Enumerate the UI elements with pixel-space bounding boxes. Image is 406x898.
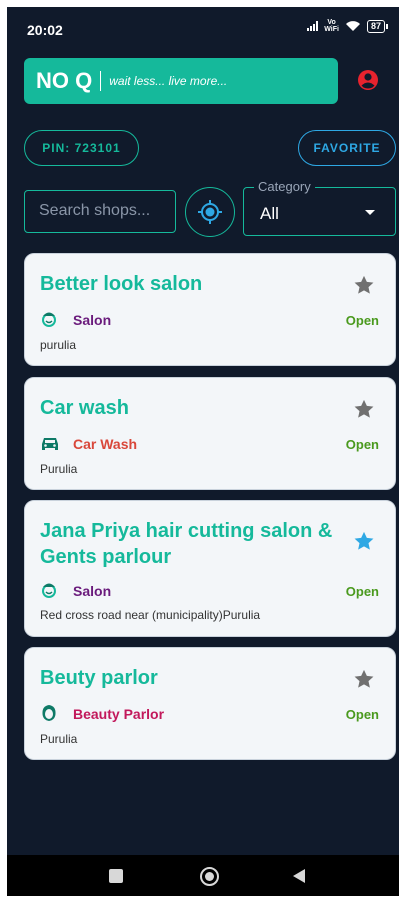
face-icon [42, 583, 56, 598]
shop-status: Open [345, 437, 379, 452]
star-icon[interactable] [353, 668, 375, 690]
shop-address: purulia [40, 338, 77, 352]
shop-status: Open [345, 707, 379, 722]
status-icons: Vo WiFi 87 [307, 19, 389, 33]
shop-address: Purulia [40, 732, 78, 746]
gps-locate-icon [198, 200, 222, 224]
signal-icon [307, 21, 319, 31]
app-header: NO Q wait less... live more... [24, 58, 338, 104]
category-label: Category [254, 179, 315, 194]
star-icon[interactable] [353, 274, 375, 296]
chevron-down-icon [365, 210, 375, 215]
shop-status: Open [345, 584, 379, 599]
title-divider [100, 71, 102, 91]
shop-address: Red cross road near (municipality)Puruli… [40, 608, 261, 622]
shop-name: Car wash [40, 397, 129, 419]
star-icon[interactable] [353, 530, 375, 552]
app-title: NO Q [36, 68, 93, 93]
app-tagline: wait less... live more... [109, 74, 228, 88]
shop-category: Salon [73, 312, 112, 328]
home-button[interactable] [200, 867, 219, 886]
battery-indicator: 87 [366, 19, 389, 33]
system-nav-bar [7, 855, 399, 896]
pin-code-button[interactable]: PIN: 723101 [24, 130, 139, 166]
shop-name: Beuty parlor [40, 667, 158, 689]
shop-card[interactable]: Car wash Car Wash Open Purulia [24, 377, 396, 490]
status-time: 20:02 [27, 22, 63, 38]
wifi-icon [345, 21, 360, 31]
search-input[interactable]: Search shops... [24, 190, 176, 233]
category-value: All [260, 204, 279, 223]
locate-button[interactable] [185, 187, 235, 237]
star-icon[interactable] [353, 398, 375, 420]
shop-card[interactable]: Better look salon Salon Open purulia [24, 253, 396, 366]
status-bar: 20:02 Vo WiFi 87 [7, 7, 399, 51]
shop-category: Salon [73, 583, 112, 599]
shop-category: Car Wash [73, 436, 138, 452]
shop-name: Jana Priya hair cutting salon & Gents pa… [40, 520, 333, 568]
category-select[interactable]: Category All [243, 179, 396, 236]
account-circle-icon[interactable] [357, 69, 379, 91]
shop-status: Open [345, 313, 379, 328]
app-screen: 20:02 Vo WiFi 87 NO Q wait less... live m… [7, 7, 399, 896]
vowifi-indicator: Vo WiFi [324, 19, 339, 33]
shop-card[interactable]: Beuty parlor Beauty Parlor Open Purulia [24, 647, 396, 760]
recents-button[interactable] [109, 869, 123, 883]
woman-face-icon [42, 705, 56, 721]
favorite-button[interactable]: FAVORITE [298, 130, 396, 166]
car-icon [42, 438, 58, 450]
shop-name: Better look salon [40, 273, 203, 295]
shop-category: Beauty Parlor [73, 706, 165, 722]
shop-address: Purulia [40, 462, 78, 476]
shop-card[interactable]: Jana Priya hair cutting salon & Gents pa… [24, 500, 396, 637]
face-icon [42, 312, 56, 327]
back-button[interactable] [293, 869, 305, 883]
